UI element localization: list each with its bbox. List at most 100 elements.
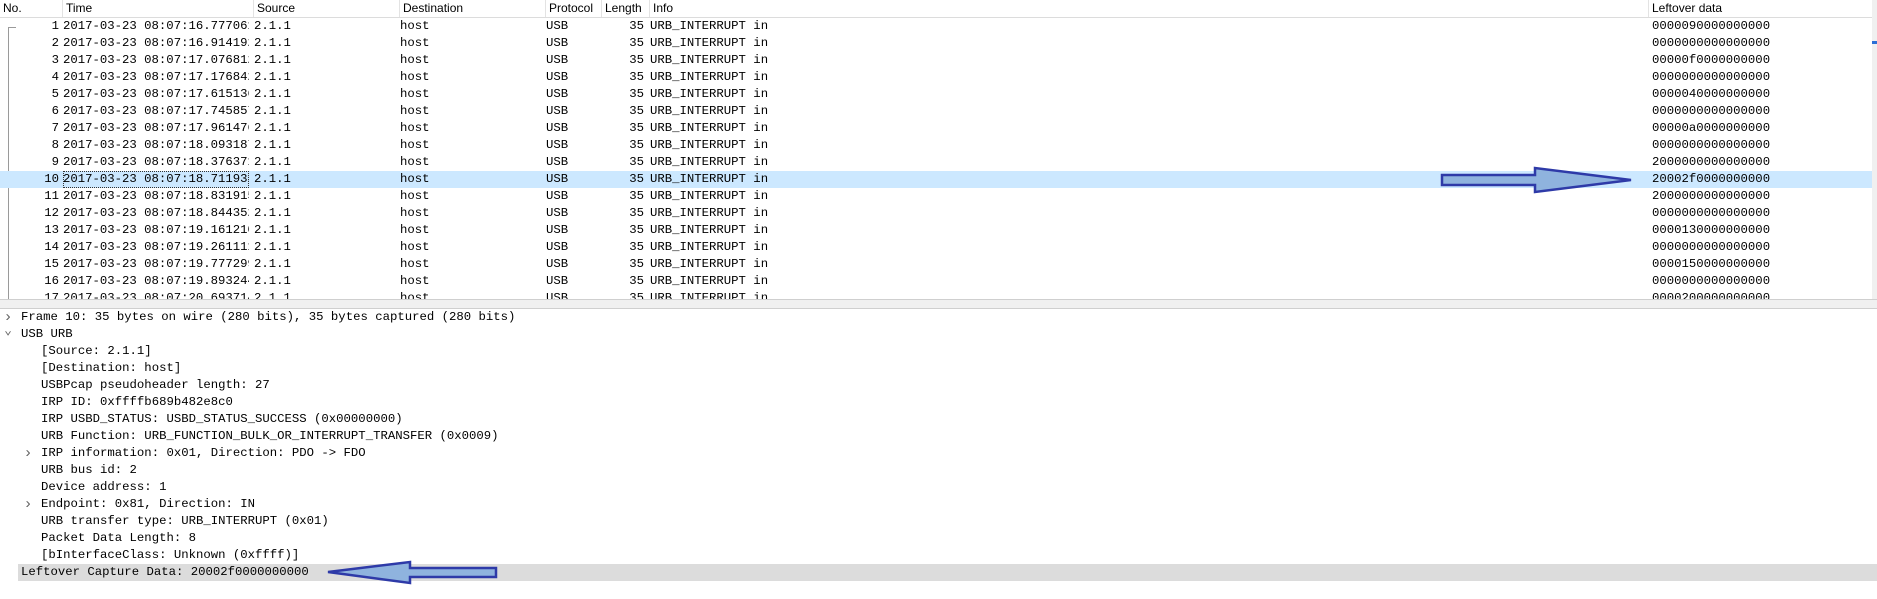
packet-cell-destination: host (400, 138, 430, 152)
packet-cell-destination: host (400, 36, 430, 50)
packet-cell-length: 35 (629, 87, 644, 101)
col-header-no[interactable]: No. (0, 0, 63, 17)
packet-cell-no: 11 (44, 189, 59, 203)
packet-cell-length: 35 (629, 36, 644, 50)
packet-row[interactable]: 7 2017-03-23 08:07:17.961476 2.1.1 host USB 3… (0, 120, 1877, 137)
detail-tree-item[interactable]: › Endpoint: 0x81, Direction: IN (0, 496, 1877, 513)
detail-tree-item[interactable]: IRP ID: 0xffffb689b482e8c0 (0, 394, 1877, 411)
packet-cell-source: 2.1.1 (254, 155, 291, 169)
packet-cell-protocol: USB (546, 206, 569, 220)
packet-row[interactable]: 4 2017-03-23 08:07:17.176842 2.1.1 host USB 3… (0, 69, 1877, 86)
detail-tree-item[interactable]: Device address: 1 (0, 479, 1877, 496)
detail-tree-text: [Destination: host] (41, 361, 182, 375)
packet-cell-destination: host (400, 172, 430, 186)
packet-list-scrollbar[interactable] (1872, 0, 1877, 299)
arrow-icon (327, 560, 498, 585)
packet-cell-source: 2.1.1 (254, 19, 291, 33)
detail-tree-item[interactable]: Packet Data Length: 8 (0, 530, 1877, 547)
detail-tree-item[interactable]: USBPcap pseudoheader length: 27 (0, 377, 1877, 394)
chevron-right-icon[interactable]: › (22, 496, 34, 513)
packet-cell-protocol: USB (546, 172, 569, 186)
detail-tree-item[interactable]: [Destination: host] (0, 360, 1877, 377)
detail-tree-item[interactable]: › Frame 10: 35 bytes on wire (280 bits), … (0, 309, 1877, 326)
packet-cell-source: 2.1.1 (254, 87, 291, 101)
col-header-leftover[interactable]: Leftover data (1649, 0, 1872, 17)
packet-cell-time: 2017-03-23 08:07:17.961476 (63, 121, 249, 135)
packet-cell-destination: host (400, 70, 430, 84)
packet-row[interactable]: 2 2017-03-23 08:07:16.914192 2.1.1 host USB 3… (0, 35, 1877, 52)
packet-row[interactable]: 12 2017-03-23 08:07:18.844352 2.1.1 host USB… (0, 205, 1877, 222)
packet-cell-time: 2017-03-23 08:07:17.745857 (63, 104, 249, 118)
chevron-right-icon[interactable]: › (22, 445, 34, 462)
packet-cell-leftover: 2000000000000000 (1652, 155, 1771, 169)
packet-cell-info: URB_INTERRUPT in (650, 291, 769, 299)
detail-tree-item[interactable]: [Source: 2.1.1] (0, 343, 1877, 360)
packet-cell-destination: host (400, 19, 430, 33)
packet-cell-leftover: 00000a0000000000 (1652, 121, 1771, 135)
packet-list[interactable]: No. Time Source Destination Protocol Len… (0, 0, 1877, 299)
col-header-protocol[interactable]: Protocol (546, 0, 602, 17)
detail-tree-item[interactable]: IRP USBD_STATUS: USBD_STATUS_SUCCESS (0x… (0, 411, 1877, 428)
packet-row[interactable]: 5 2017-03-23 08:07:17.615136 2.1.1 host USB 3… (0, 86, 1877, 103)
pane-splitter[interactable] (0, 299, 1877, 309)
packet-row[interactable]: 6 2017-03-23 08:07:17.745857 2.1.1 host USB 3… (0, 103, 1877, 120)
detail-tree-item[interactable]: URB Function: URB_FUNCTION_BULK_OR_INTER… (0, 428, 1877, 445)
detail-tree-text: Frame 10: 35 bytes on wire (280 bits), 3… (21, 310, 516, 324)
packet-cell-source: 2.1.1 (254, 104, 291, 118)
packet-cell-time: 2017-03-23 08:07:17.076812 (63, 53, 249, 67)
packet-cell-no: 12 (44, 206, 59, 220)
packet-cell-time: 2017-03-23 08:07:17.615136 (63, 87, 249, 101)
col-header-destination[interactable]: Destination (400, 0, 546, 17)
packet-row[interactable]: 1 2017-03-23 08:07:16.777061 2.1.1 host USB 3… (0, 18, 1877, 35)
packet-cell-protocol: USB (546, 19, 569, 33)
packet-cell-length: 35 (629, 70, 644, 84)
packet-cell-leftover: 0000000000000000 (1652, 70, 1771, 84)
detail-tree-text: IRP ID: 0xffffb689b482e8c0 (41, 395, 233, 409)
packet-cell-no: 14 (44, 240, 59, 254)
packet-cell-info: URB_INTERRUPT in (650, 155, 769, 169)
packet-cell-length: 35 (629, 223, 644, 237)
packet-cell-info: URB_INTERRUPT in (650, 104, 769, 118)
col-header-info[interactable]: Info (650, 0, 1649, 17)
packet-cell-no: 2 (51, 36, 59, 50)
packet-cell-time: 2017-03-23 08:07:18.376371 (63, 155, 249, 169)
packet-cell-time: 2017-03-23 08:07:20.693714 (63, 291, 249, 299)
packet-row[interactable]: 16 2017-03-23 08:07:19.893244 2.1.1 host USB… (0, 273, 1877, 290)
packet-row[interactable]: 17 2017-03-23 08:07:20.693714 2.1.1 host USB… (0, 290, 1877, 299)
packet-cell-destination: host (400, 257, 430, 271)
detail-tree-item[interactable]: Leftover Capture Data: 20002f0000000000 (18, 564, 1877, 581)
packet-cell-length: 35 (629, 172, 644, 186)
chevron-down-icon[interactable]: ⌄ (2, 322, 14, 339)
col-header-source[interactable]: Source (254, 0, 400, 17)
packet-cell-no: 7 (51, 121, 59, 135)
packet-row[interactable]: 15 2017-03-23 08:07:19.777299 2.1.1 host USB… (0, 256, 1877, 273)
packet-cell-length: 35 (629, 19, 644, 33)
packet-cell-length: 35 (629, 274, 644, 288)
packet-cell-leftover: 20002f0000000000 (1652, 172, 1771, 186)
packet-row[interactable]: 8 2017-03-23 08:07:18.093187 2.1.1 host USB 3… (0, 137, 1877, 154)
packet-cell-destination: host (400, 53, 430, 67)
packet-cell-time: 2017-03-23 08:07:19.261111 (63, 240, 249, 254)
packet-cell-destination: host (400, 104, 430, 118)
detail-tree-item[interactable]: URB transfer type: URB_INTERRUPT (0x01) (0, 513, 1877, 530)
packet-cell-source: 2.1.1 (254, 172, 291, 186)
packet-row[interactable]: 3 2017-03-23 08:07:17.076812 2.1.1 host USB 3… (0, 52, 1877, 69)
packet-cell-info: URB_INTERRUPT in (650, 274, 769, 288)
packet-details[interactable]: › Frame 10: 35 bytes on wire (280 bits), … (0, 309, 1877, 599)
detail-tree-item[interactable]: ⌄ USB URB (0, 323, 1877, 343)
packet-cell-info: URB_INTERRUPT in (650, 19, 769, 33)
packet-cell-no: 10 (44, 172, 59, 186)
detail-tree-item[interactable]: [bInterfaceClass: Unknown (0xffff)] (0, 547, 1877, 564)
detail-tree-item[interactable]: URB bus id: 2 (0, 462, 1877, 479)
detail-tree-item[interactable]: › IRP information: 0x01, Direction: PDO -… (0, 445, 1877, 462)
col-header-time[interactable]: Time (63, 0, 254, 17)
packet-cell-time: 2017-03-23 08:07:19.161210 (63, 223, 249, 237)
packet-row[interactable]: 14 2017-03-23 08:07:19.261111 2.1.1 host USB… (0, 239, 1877, 256)
packet-cell-leftover: 0000090000000000 (1652, 19, 1771, 33)
col-header-length[interactable]: Length (602, 0, 650, 17)
packet-cell-protocol: USB (546, 155, 569, 169)
packet-cell-info: URB_INTERRUPT in (650, 36, 769, 50)
packet-row[interactable]: 13 2017-03-23 08:07:19.161210 2.1.1 host USB… (0, 222, 1877, 239)
packet-cell-info: URB_INTERRUPT in (650, 257, 769, 271)
packet-cell-protocol: USB (546, 189, 569, 203)
